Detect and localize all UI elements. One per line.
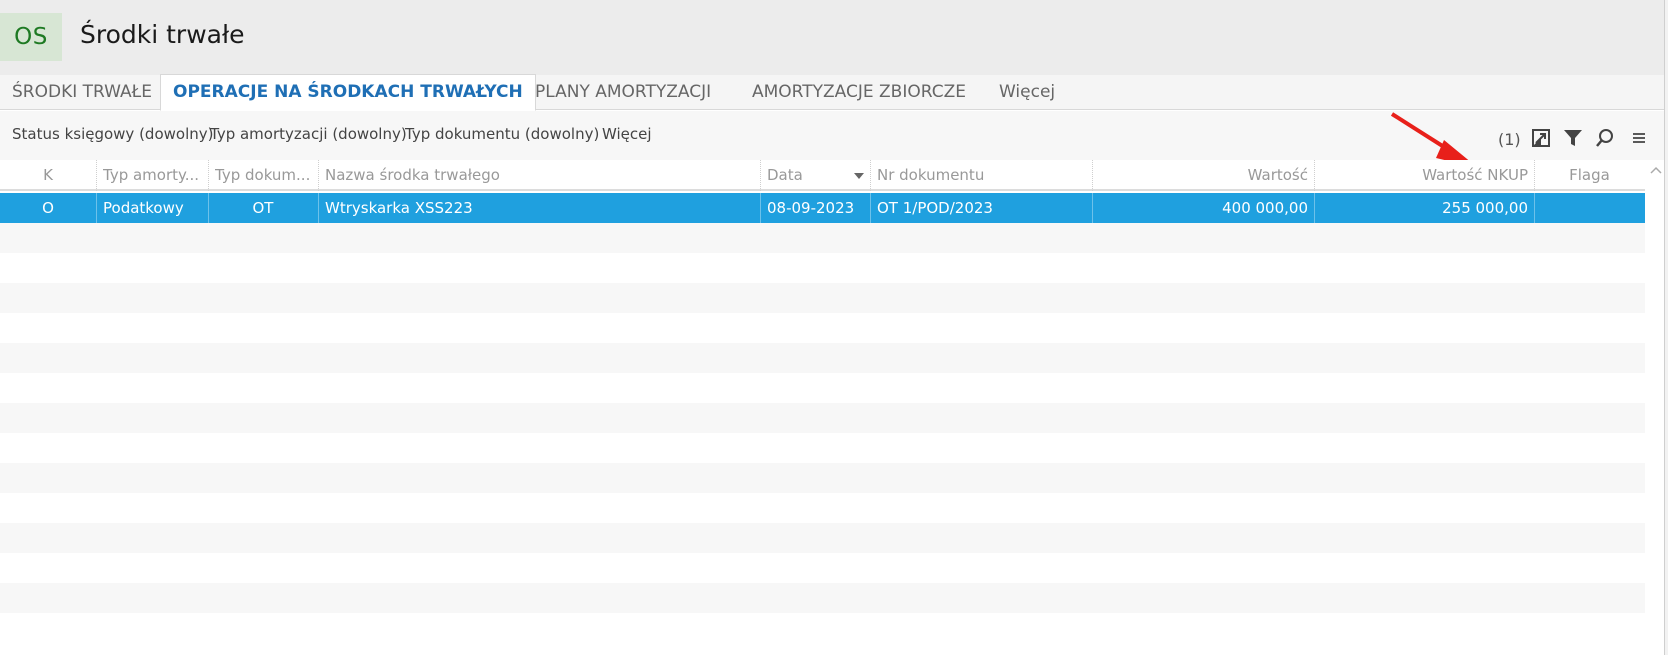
cell-flaga — [1534, 193, 1645, 223]
col-typ-dokumentu[interactable]: Typ dokum... — [215, 160, 315, 191]
empty-row — [0, 613, 1645, 643]
page-title: Środki trwałe — [80, 20, 245, 49]
cell-typ-amortyzacji: Podatkowy — [103, 199, 184, 217]
cell-typ-dokumentu: OT — [252, 199, 274, 217]
empty-row — [0, 403, 1645, 433]
empty-row — [0, 493, 1645, 523]
cell-wartosc: 400 000,00 — [1222, 199, 1308, 217]
col-typ-amortyzacji[interactable]: Typ amorty... — [103, 160, 203, 191]
col-nazwa[interactable]: Nazwa środka trwałego — [325, 160, 625, 191]
tab-wiecej[interactable]: Więcej — [999, 75, 1055, 110]
empty-row — [0, 283, 1645, 313]
sort-desc-icon[interactable] — [854, 173, 864, 179]
tab-bar: ŚRODKI TRWAŁE OPERACJE NA ŚRODKACH TRWAŁ… — [0, 74, 1668, 111]
empty-row — [0, 253, 1645, 283]
empty-row — [0, 343, 1645, 373]
table-header: K Typ amorty... Typ dokum... Nazwa środk… — [0, 160, 1645, 191]
col-nr-dokumentu[interactable]: Nr dokumentu — [877, 160, 1077, 191]
col-wartosc-nkup[interactable]: Wartość NKUP — [1314, 160, 1528, 191]
col-k[interactable]: K — [0, 160, 96, 191]
app-badge: OS — [0, 13, 62, 61]
col-flaga[interactable]: Flaga — [1534, 160, 1645, 191]
filter-status-ksiegowy[interactable]: Status księgowy (dowolny) — [12, 125, 213, 143]
empty-row — [0, 433, 1645, 463]
app-header: OS Środki trwałe — [0, 0, 1668, 75]
export-icon[interactable] — [1530, 127, 1552, 149]
empty-row — [0, 463, 1645, 493]
scroll-up-icon[interactable] — [1648, 160, 1664, 180]
empty-row — [0, 553, 1645, 583]
cell-k: O — [42, 199, 54, 217]
filter-wiecej[interactable]: Więcej — [602, 125, 652, 143]
empty-row — [0, 583, 1645, 613]
filter-icon[interactable] — [1562, 127, 1584, 149]
table-row[interactable]: O Podatkowy OT Wtryskarka XSS223 08-09-2… — [0, 193, 1645, 223]
search-icon[interactable] — [1594, 127, 1616, 149]
tab-srodki-trwale[interactable]: ŚRODKI TRWAŁE — [12, 75, 152, 110]
col-wartosc[interactable]: Wartość — [1092, 160, 1308, 191]
col-data[interactable]: Data — [767, 160, 837, 191]
tab-amortyzacje-zbiorcze[interactable]: AMORTYZACJE ZBIORCZE — [752, 75, 966, 110]
tab-operacje[interactable]: OPERACJE NA ŚRODKACH TRWAŁYCH — [160, 74, 536, 111]
filter-typ-amortyzacji[interactable]: Typ amortyzacji (dowolny) — [210, 125, 407, 143]
record-count: (1) — [1498, 130, 1521, 149]
cell-wartosc-nkup: 255 000,00 — [1442, 199, 1528, 217]
empty-row — [0, 373, 1645, 403]
cell-nazwa: Wtryskarka XSS223 — [325, 199, 473, 217]
tab-plany-amortyzacji[interactable]: PLANY AMORTYZACJI — [535, 75, 711, 110]
cell-nr-dokumentu: OT 1/POD/2023 — [877, 199, 993, 217]
empty-row — [0, 223, 1645, 253]
cell-data: 08-09-2023 — [767, 199, 855, 217]
filter-typ-dokumentu[interactable]: Typ dokumentu (dowolny) — [405, 125, 599, 143]
empty-row — [0, 313, 1645, 343]
window-edge — [1664, 0, 1668, 655]
menu-icon[interactable] — [1628, 127, 1650, 149]
empty-row — [0, 523, 1645, 553]
